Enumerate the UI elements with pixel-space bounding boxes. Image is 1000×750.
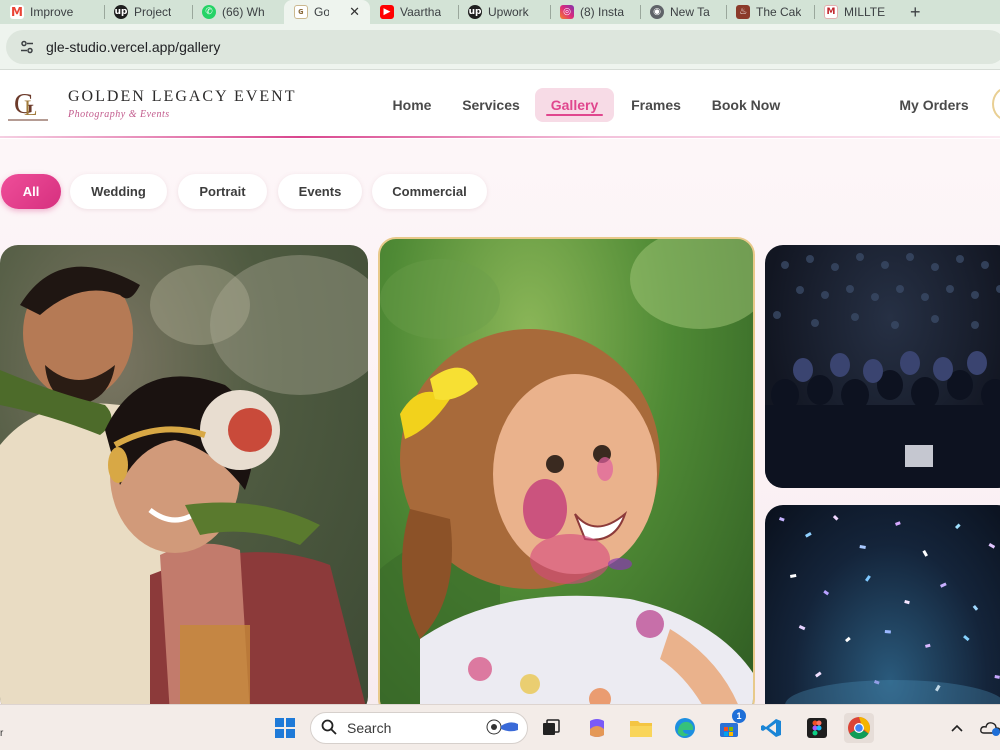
windows-taskbar: Search 1 [0,704,1000,750]
address-bar: gle-studio.vercel.app/gallery [0,24,1000,70]
tab-label: The Cak [756,5,802,19]
youtube-icon: ▶ [380,5,394,19]
taskbar-search[interactable]: Search [310,712,528,744]
filter-commercial[interactable]: Commercial [372,174,487,209]
microsoft-store-icon[interactable]: 1 [714,709,746,743]
svg-text:L: L [24,95,37,120]
nav-my-orders[interactable]: My Orders [892,88,976,122]
url-input[interactable]: gle-studio.vercel.app/gallery [6,30,1000,64]
filter-events[interactable]: Events [278,174,362,209]
tab-instagram[interactable]: ◎ (8) Insta [550,0,640,24]
filter-all[interactable]: All [1,174,61,209]
nav-frames[interactable]: Frames [624,88,688,122]
instagram-icon: ◎ [560,5,574,19]
tab-golden-legacy[interactable]: ɢ Gol ✕ [284,0,370,24]
tab-label: Improve [30,5,74,19]
close-tab-icon[interactable]: ✕ [349,4,360,20]
edge-browser-icon[interactable] [670,713,700,743]
nav-book-now[interactable]: Book Now [703,88,789,122]
brand-tagline: Photography & Events [68,109,170,120]
windows-start-icon[interactable] [270,713,300,743]
wedding-couple-image [0,255,368,704]
gallery-photo-confetti-event[interactable] [765,505,1000,704]
nav-services[interactable]: Services [456,88,526,122]
new-tab-button[interactable]: + [900,0,931,24]
tab-label: Vaartha [400,5,442,19]
tab-label: (66) Wh [222,5,265,19]
tab-label: New Ta [670,5,710,19]
child-portrait-image [380,239,753,704]
store-badge: 1 [732,709,746,723]
site-header: G L GOLDEN LEGACY EVENT Photography & Ev… [0,71,1000,138]
tab-new-tab[interactable]: ◉ New Ta [640,0,726,24]
brand-name: GOLDEN LEGACY EVENT [68,88,297,105]
tab-milltec[interactable]: M MILLTE [814,0,900,24]
tab-label: (8) Insta [580,5,625,19]
nav-home[interactable]: Home [382,88,442,122]
tab-label: MILLTE [844,5,886,19]
chrome-icon: ◉ [650,5,664,19]
tab-label: Project [134,5,172,19]
partial-text: r [0,728,4,739]
cake-icon: ♨ [736,5,750,19]
tab-gmail[interactable]: M Improve [0,0,104,24]
event-audience-image [765,253,1000,488]
filter-portrait[interactable]: Portrait [178,174,267,209]
onedrive-icon[interactable] [976,713,1000,743]
browser-tab-bar: M Improve up Project ✆ (66) Wh ɢ Gol ✕ ▶… [0,0,1000,24]
whatsapp-icon: ✆ [202,5,216,19]
gallery-photo-wedding-couple[interactable] [0,245,368,704]
chevron-up-icon[interactable] [942,713,972,743]
brand-logo[interactable]: G L [6,81,50,125]
search-icon [321,719,337,738]
tab-whatsapp[interactable]: ✆ (66) Wh [192,0,284,24]
upwork-icon: up [468,5,482,19]
task-view-icon[interactable] [536,713,566,743]
tab-vaartha[interactable]: ▶ Vaartha [370,0,458,24]
url-text: gle-studio.vercel.app/gallery [46,39,221,55]
golden-legacy-icon: ɢ [294,5,308,19]
gallery-photo-child-portrait[interactable] [378,237,755,704]
file-explorer-icon[interactable] [626,713,656,743]
gmail-icon: M [10,5,24,19]
tab-the-cake[interactable]: ♨ The Cak [726,0,814,24]
search-highlight-icon [485,718,519,739]
upwork-icon: up [114,5,128,19]
gallery-photo-event-audience[interactable] [765,245,1000,488]
tab-label: Upwork [488,5,529,19]
milltec-icon: M [824,5,838,19]
figma-icon[interactable] [802,713,832,743]
copilot-icon[interactable] [582,713,612,743]
nav-gallery[interactable]: Gallery [535,88,614,122]
tab-upwork[interactable]: up Upwork [458,0,550,24]
gallery-section: All Wedding Portrait Events Commercial [0,139,1000,704]
vscode-icon[interactable] [756,713,786,743]
site-info-icon[interactable] [18,38,36,56]
tab-project[interactable]: up Project [104,0,192,24]
tab-label: Gol [314,5,330,19]
chrome-taskbar-icon[interactable] [844,713,874,743]
filter-wedding[interactable]: Wedding [70,174,167,209]
confetti-image [778,515,1000,704]
search-placeholder: Search [347,720,392,736]
